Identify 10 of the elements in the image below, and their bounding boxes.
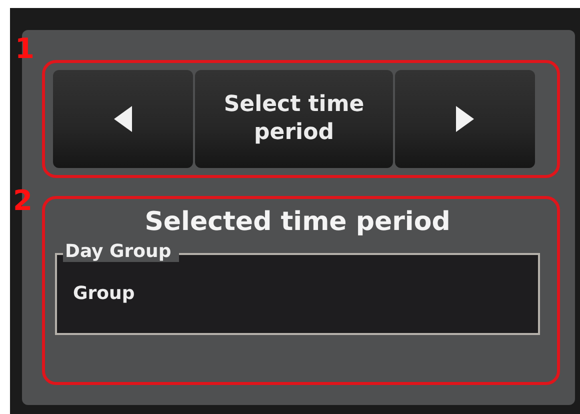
next-button[interactable] [395,70,535,168]
annotation-number: 2 [13,187,32,215]
field-label: Day Group [63,241,180,262]
panel-title: Selected time period [144,207,452,237]
right-arrow-icon [456,106,474,132]
left-arrow-icon [114,106,132,132]
annotation-number: 1 [15,35,34,63]
field-value: Group [73,283,135,304]
previous-button[interactable] [53,70,193,168]
select-time-period-button[interactable]: Select time period [195,70,393,168]
